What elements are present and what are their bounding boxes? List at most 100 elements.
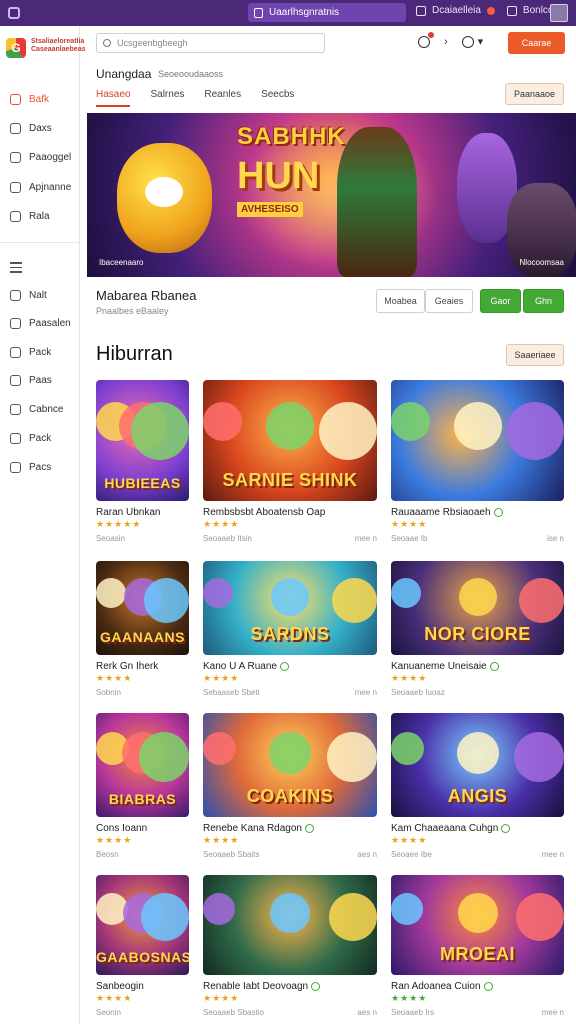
game-thumbnail[interactable]: SARDNS bbox=[203, 561, 377, 655]
game-thumbnail[interactable]: GAANAANS bbox=[96, 561, 189, 655]
game-card[interactable]: BIABRAS Cons Ioann ★★★★ Beosn bbox=[96, 713, 189, 859]
game-meta: Seoaaeb Itsin mee n bbox=[203, 534, 377, 543]
game-title[interactable]: Raran Ubnkan bbox=[96, 507, 189, 518]
rating-stars: ★★★★ bbox=[96, 835, 133, 845]
game-character-image bbox=[454, 402, 502, 450]
game-card[interactable]: Renable Iabt Deovoagn ★★★★ Seoaaeb Sbastio… bbox=[203, 875, 377, 1017]
topbar-right: Dcaiaelleia Bonlco bbox=[416, 5, 554, 16]
game-card[interactable]: HUBIEEAS Raran Ubnkan ★★★★★ Seoasin bbox=[96, 380, 189, 543]
game-meta-left: Seoaaeb Itsin bbox=[203, 534, 252, 543]
game-thumbnail[interactable]: HUBIEEAS bbox=[96, 380, 189, 501]
game-thumbnail[interactable]: ANGIS bbox=[391, 713, 564, 817]
sidebar-item-4[interactable]: Rala bbox=[10, 209, 50, 223]
settings-icon bbox=[10, 403, 21, 415]
sidebar-item-2[interactable]: Paaoggel bbox=[10, 150, 71, 164]
game-title[interactable]: Rerk Gn Iherk bbox=[96, 661, 189, 672]
game-title[interactable]: Rembsbsbt Aboatensb Oap bbox=[203, 507, 377, 518]
game-character-image bbox=[457, 732, 499, 774]
sidebar-item-1[interactable]: Daxs bbox=[10, 121, 52, 135]
sidebar-item-8[interactable]: Paas bbox=[10, 373, 52, 387]
game-thumbnail[interactable]: COAKINS bbox=[203, 713, 377, 817]
game-title[interactable]: Kano U A Ruane bbox=[203, 661, 377, 672]
game-thumbnail[interactable]: SARNIE SHINK bbox=[203, 380, 377, 501]
sidebar-item-7[interactable]: Pack bbox=[10, 345, 51, 359]
game-thumbnail[interactable] bbox=[203, 875, 377, 975]
hero-banner[interactable]: SABHHK HUN AVHESEISO Ibaceenaaro Nlocoom… bbox=[87, 113, 576, 277]
sidebar-item-11[interactable]: Pacs bbox=[10, 460, 51, 474]
featured-button-2[interactable]: Gaor bbox=[480, 289, 521, 313]
game-thumbnail[interactable]: BIABRAS bbox=[96, 713, 189, 817]
featured-button-3[interactable]: Ghn bbox=[523, 289, 564, 313]
tab-2[interactable]: Reanles bbox=[204, 89, 241, 107]
hero-caption-left: Ibaceenaaro bbox=[99, 258, 144, 267]
game-character-image bbox=[203, 402, 242, 441]
sidebar-item-6[interactable]: Paasalen bbox=[10, 316, 71, 330]
bell-icon[interactable] bbox=[418, 31, 434, 48]
tab-1[interactable]: Salrnes bbox=[150, 89, 184, 107]
game-thumbnail[interactable]: NOR CIORE bbox=[391, 561, 564, 655]
topbar-label-1[interactable]: Dcaiaelleia bbox=[432, 5, 481, 16]
app-logo[interactable]: G Stsaliaeloreatlia Caseaanlaebeas bbox=[6, 38, 85, 58]
game-meta: Seoasin bbox=[96, 534, 189, 543]
game-card[interactable]: MROEAI Ran Adoanea Cuion ★★★★ Seoaaeb Irs me… bbox=[391, 875, 564, 1017]
game-card[interactable]: Rauaaame Rbsiaoaeh ★★★★ Seoaae Ib ise n bbox=[391, 380, 564, 543]
grid-icon bbox=[10, 151, 21, 163]
game-title[interactable]: Renable Iabt Deovoagn bbox=[203, 981, 377, 992]
window-icon[interactable] bbox=[8, 7, 20, 19]
sidebar-item-9[interactable]: Cabnce bbox=[10, 402, 63, 416]
game-title[interactable]: Kam Chaaeaana Cuhgn bbox=[391, 823, 564, 834]
grid-icon[interactable] bbox=[506, 5, 517, 16]
game-title[interactable]: Sanbeogin bbox=[96, 981, 189, 992]
game-card[interactable]: GAABOSNAS Sanbeogin ★★★★ Seonin bbox=[96, 875, 189, 1017]
menu-icon[interactable] bbox=[10, 262, 22, 276]
sidebar-item-0[interactable]: Bafk bbox=[10, 92, 49, 106]
game-thumbnail[interactable]: GAABOSNAS bbox=[96, 875, 189, 975]
featured-button-0[interactable]: Moabea bbox=[376, 289, 425, 313]
game-card[interactable]: ANGIS Kam Chaaeaana Cuhgn ★★★★ Seoaee Ibe me… bbox=[391, 713, 564, 859]
game-title[interactable]: Cons Ioann bbox=[96, 823, 189, 834]
bookmark-icon[interactable] bbox=[416, 5, 426, 16]
game-meta-right: mee n bbox=[354, 688, 377, 697]
game-thumbnail[interactable]: MROEAI bbox=[391, 875, 564, 975]
hero-caption-right: Nlocoomsaa bbox=[519, 258, 564, 267]
game-thumbnail-title: NOR CIORE bbox=[424, 624, 531, 644]
browser-tab[interactable]: Uaarlhsgnratnis bbox=[248, 3, 406, 22]
game-card[interactable]: COAKINS Renebe Kana Rdagon ★★★★ Seoaaeb Sba… bbox=[203, 713, 377, 859]
game-meta-left: Sobnin bbox=[96, 688, 121, 697]
rating-stars: ★★★★ bbox=[391, 519, 428, 529]
avatar[interactable] bbox=[550, 4, 568, 22]
game-title[interactable]: Rauaaame Rbsiaoaeh bbox=[391, 507, 564, 518]
sidebar-item-10[interactable]: Pack bbox=[10, 431, 51, 445]
search-input[interactable]: Ucsgeenbgbeegh bbox=[96, 33, 325, 53]
header-cta-button[interactable]: Caarae bbox=[508, 32, 565, 54]
sidebar-item-3[interactable]: Apjnanne bbox=[10, 180, 71, 194]
game-card[interactable]: SARNIE SHINK Rembsbsbt Aboatensb Oap ★★★★ S… bbox=[203, 380, 377, 543]
game-title[interactable]: Kanuaneme Uneisaie bbox=[391, 661, 564, 672]
game-character-image bbox=[203, 893, 235, 925]
user-icon[interactable] bbox=[461, 35, 474, 48]
chevron-down-icon[interactable]: ▾ bbox=[478, 35, 484, 48]
game-card[interactable]: GAANAANS Rerk Gn Iherk ★★★★ Sobnin bbox=[96, 561, 189, 697]
game-thumbnail-title: SARDNS bbox=[250, 624, 330, 644]
game-card[interactable]: NOR CIORE Kanuaneme Uneisaie ★★★★ Seoaaeb I… bbox=[391, 561, 564, 697]
topbar-label-2[interactable]: Bonlco bbox=[523, 5, 554, 16]
sidebar-item-label: Pack bbox=[29, 432, 52, 444]
game-meta: Seoaaeb Sbaits aes n bbox=[203, 850, 377, 859]
game-thumbnail-title: ANGIS bbox=[447, 786, 508, 806]
game-meta-left: Seoaaeb Irs bbox=[391, 1008, 435, 1017]
tab-3[interactable]: Seecbs bbox=[261, 89, 294, 107]
game-card[interactable]: SARDNS Kano U A Ruane ★★★★ Sebaaseb Sbeti me… bbox=[203, 561, 377, 697]
game-character-image bbox=[329, 893, 377, 941]
page-action-button[interactable]: Paanaaoe bbox=[505, 83, 564, 105]
sidebar-item-label: Paaoggel bbox=[29, 151, 72, 163]
sidebar: G Stsaliaeloreatlia Caseaanlaebeas Bafk … bbox=[0, 26, 85, 1024]
section-action-button[interactable]: Saaeriaee bbox=[506, 344, 564, 366]
game-title[interactable]: Ran Adoanea Cuion bbox=[391, 981, 564, 992]
featured-button-1[interactable]: Geaies bbox=[425, 289, 473, 313]
game-thumbnail[interactable] bbox=[391, 380, 564, 501]
tab-0[interactable]: Hasaeo bbox=[96, 89, 131, 107]
sidebar-item-label: Rala bbox=[29, 210, 50, 222]
game-title[interactable]: Renebe Kana Rdagon bbox=[203, 823, 377, 834]
chevron-right-icon[interactable]: › bbox=[444, 36, 448, 48]
sidebar-item-5[interactable]: Nalt bbox=[10, 288, 47, 302]
